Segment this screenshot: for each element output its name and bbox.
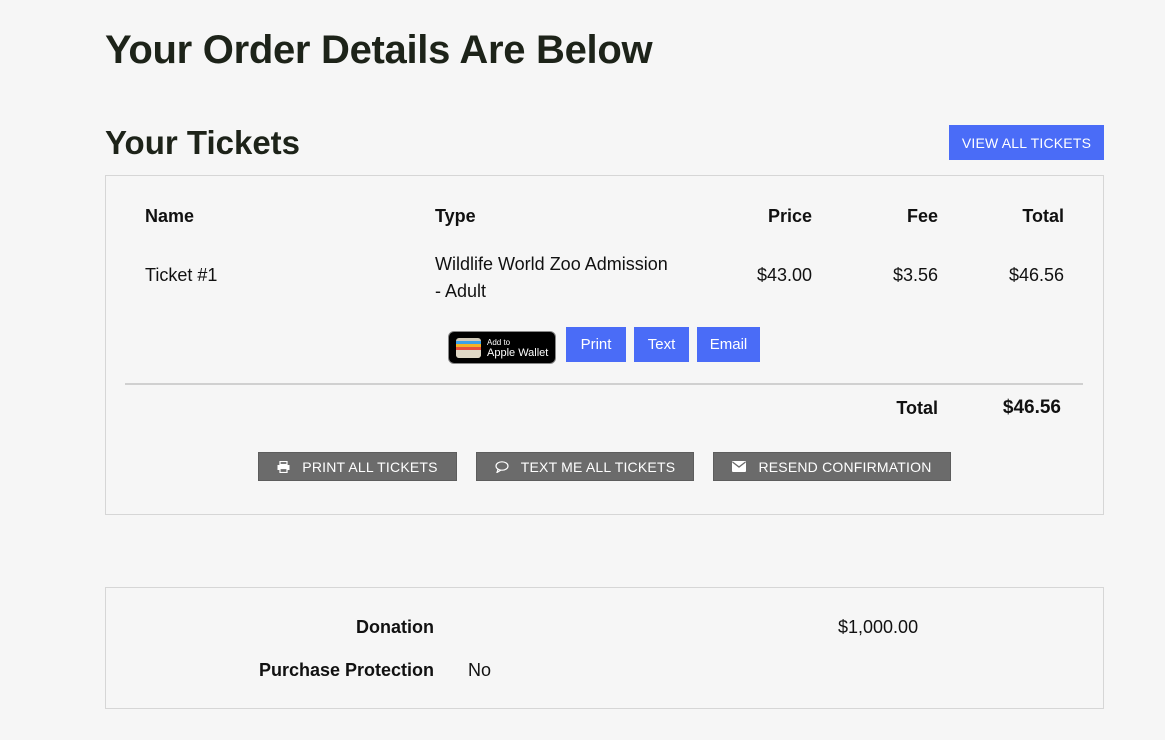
column-header-fee: Fee xyxy=(906,206,938,226)
ticket-name: Ticket #1 xyxy=(145,265,218,285)
page-title: Your Order Details Are Below xyxy=(105,28,653,72)
column-header-price: Price xyxy=(767,206,812,226)
text-me-all-tickets-button[interactable]: TEXT ME ALL TICKETS xyxy=(476,452,694,481)
resend-confirmation-button[interactable]: RESEND CONFIRMATION xyxy=(713,452,951,481)
column-header-type: Type xyxy=(435,206,476,226)
donation-label: Donation xyxy=(356,617,434,637)
add-to-apple-wallet-button[interactable]: Add to Apple Wallet xyxy=(448,331,556,364)
print-ticket-button[interactable]: Print xyxy=(566,327,626,362)
tickets-table: Name Type Price Fee Total Ticket #1 Wild… xyxy=(105,175,1104,515)
column-header-name: Name xyxy=(145,206,195,226)
speech-bubble-icon xyxy=(495,460,509,473)
ticket-price: $43.00 xyxy=(756,265,812,285)
section-title-tickets: Your Tickets xyxy=(105,124,301,161)
text-me-all-tickets-label: TEXT ME ALL TICKETS xyxy=(520,458,676,475)
ticket-fee: $3.56 xyxy=(892,265,938,285)
print-all-tickets-button[interactable]: PRINT ALL TICKETS xyxy=(258,452,457,481)
ticket-total: $46.56 xyxy=(1008,265,1064,285)
purchase-protection-value: No xyxy=(468,660,492,680)
column-header-total: Total xyxy=(1022,206,1064,226)
resend-confirmation-label: RESEND CONFIRMATION xyxy=(758,458,932,475)
donation-value: $1,000.00 xyxy=(838,617,919,637)
table-divider xyxy=(125,383,1083,385)
wallet-label-text: Apple Wallet xyxy=(487,346,549,359)
envelope-icon xyxy=(732,461,747,472)
grand-total-value: $46.56 xyxy=(1002,397,1061,418)
ticket-type: Wildlife World Zoo Admission - Adult xyxy=(435,251,695,305)
printer-icon xyxy=(277,460,290,473)
ticket-type-line1: Wildlife World Zoo Admission xyxy=(435,254,668,274)
text-ticket-button[interactable]: Text xyxy=(634,327,689,362)
ticket-type-line2: - Adult xyxy=(435,281,487,301)
email-ticket-button[interactable]: Email xyxy=(697,327,760,362)
grand-total-label: Total xyxy=(896,398,938,418)
order-summary: Donation $1,000.00 Purchase Protection N… xyxy=(105,587,1104,709)
purchase-protection-label: Purchase Protection xyxy=(258,660,434,680)
wallet-add-to-text: Add to xyxy=(487,337,511,347)
view-all-tickets-button[interactable]: VIEW ALL TICKETS xyxy=(949,125,1104,160)
print-all-tickets-label: PRINT ALL TICKETS xyxy=(302,458,438,475)
apple-wallet-icon xyxy=(456,337,481,358)
